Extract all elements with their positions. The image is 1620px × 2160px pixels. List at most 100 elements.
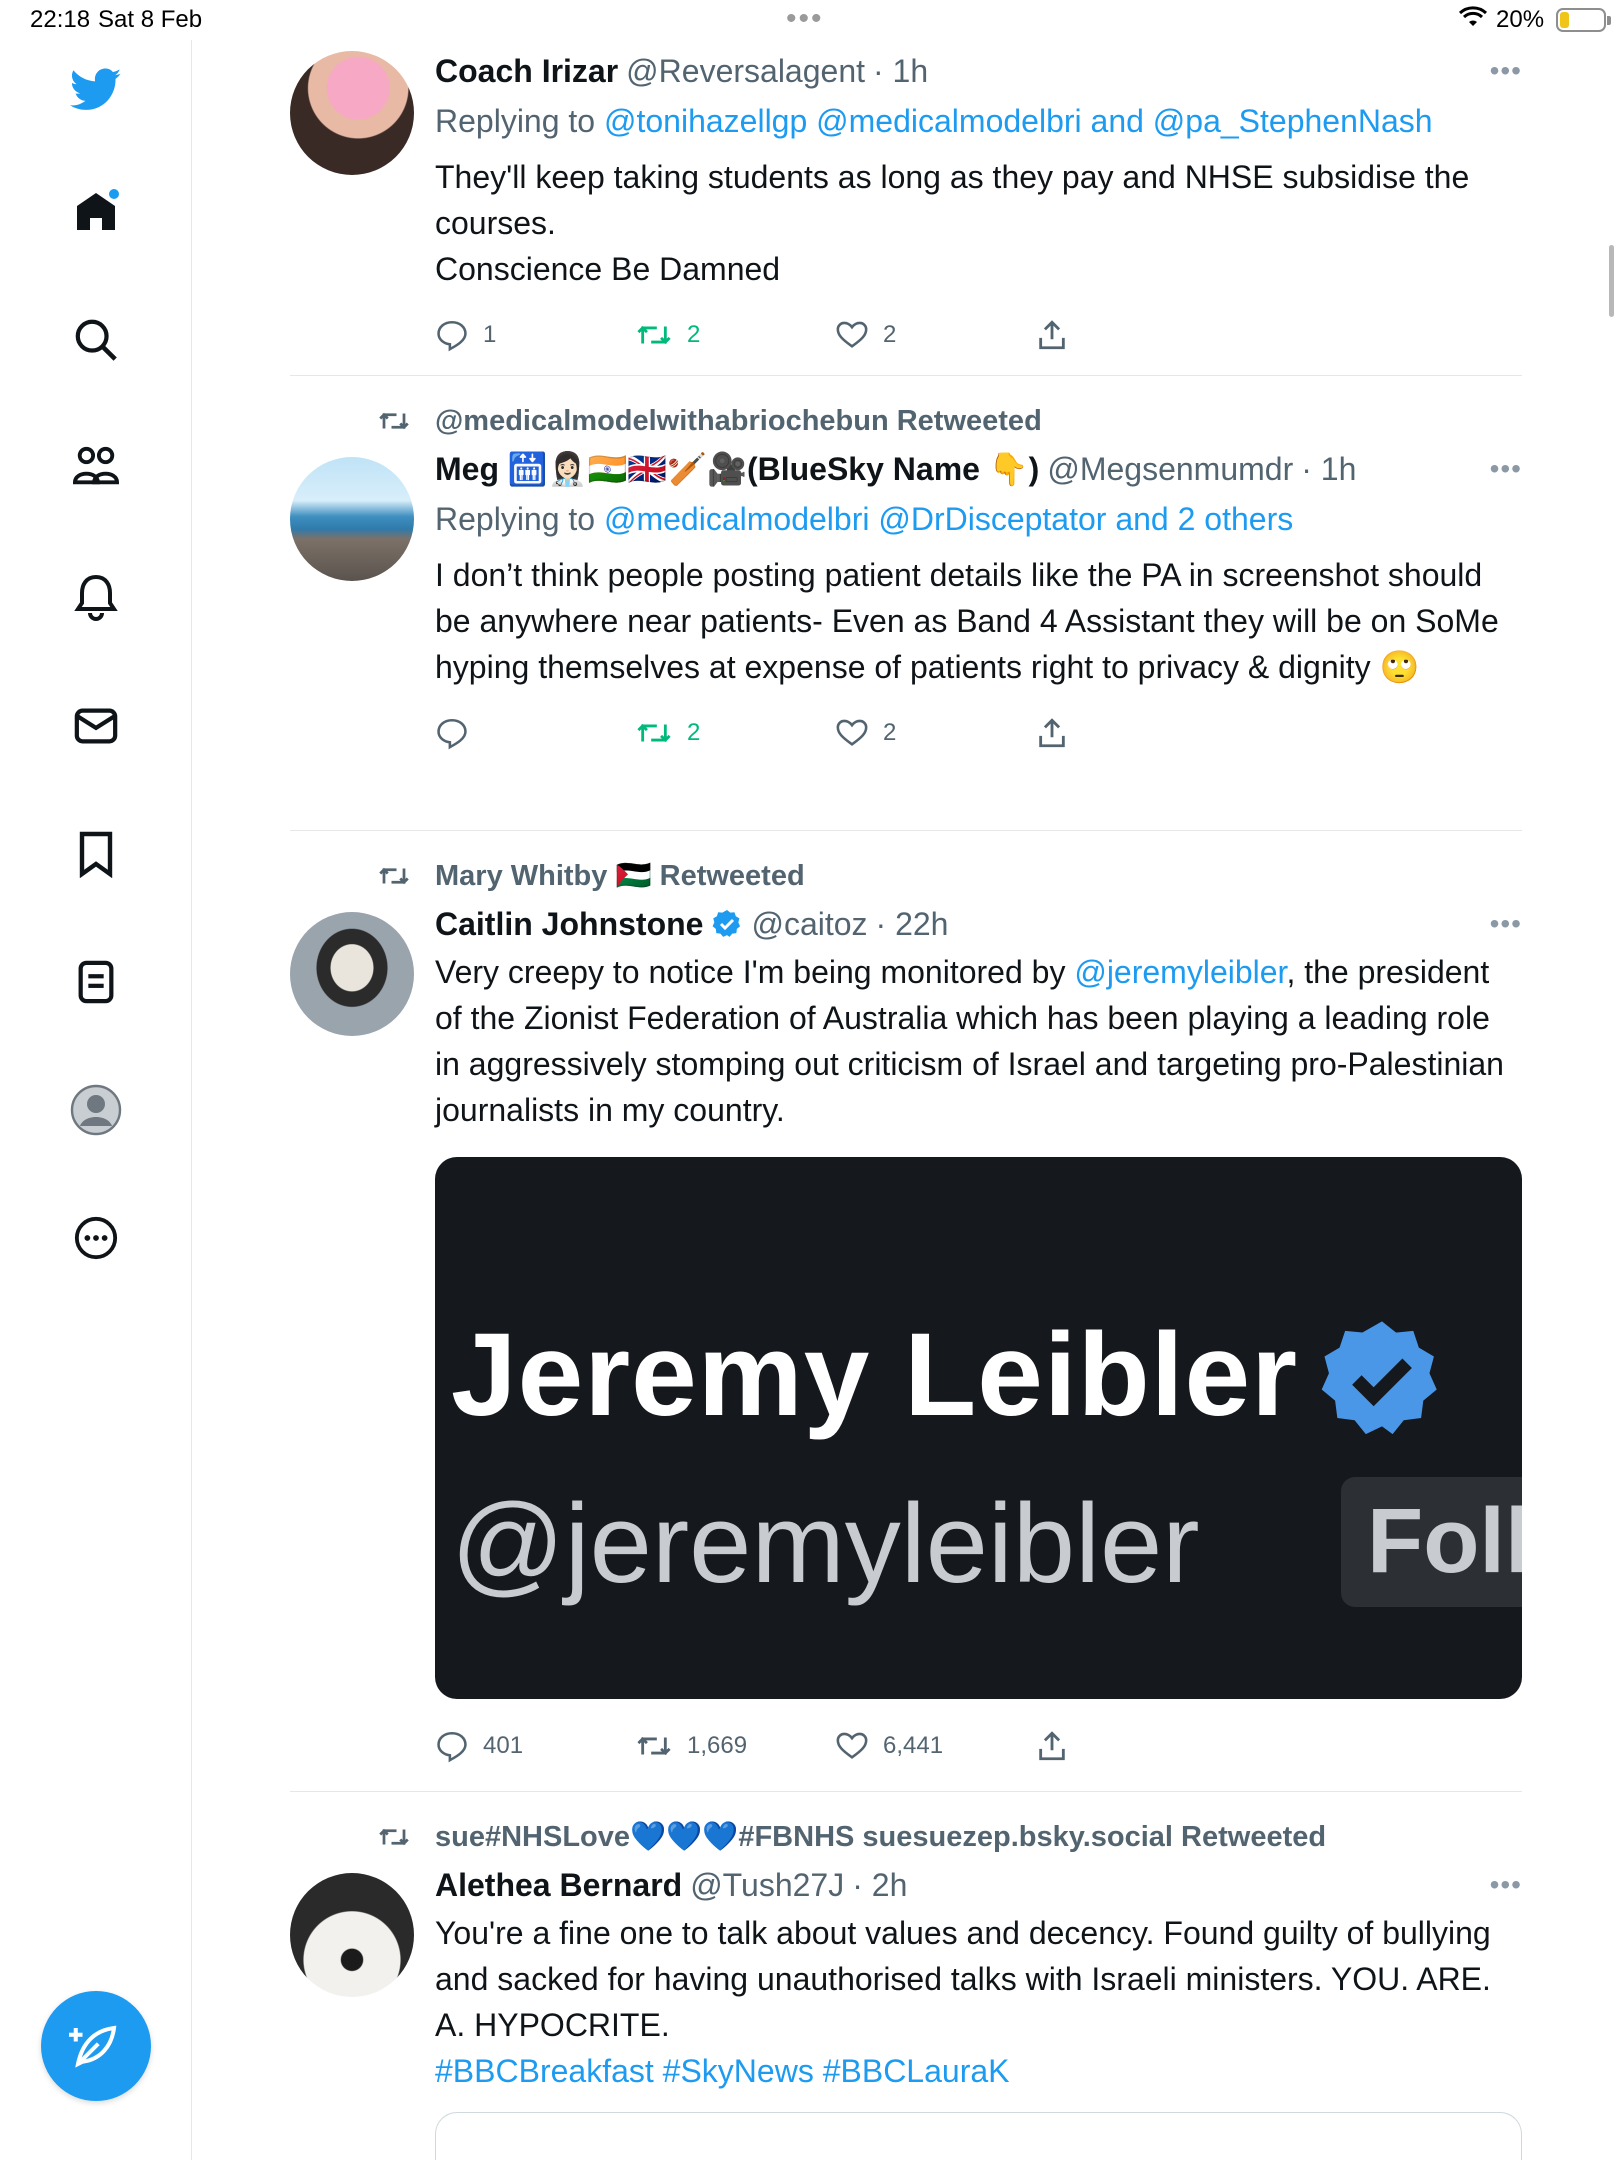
tweet-time[interactable]: · 1h: [1301, 451, 1356, 488]
reply-icon: [437, 320, 467, 352]
retweet-count: 1,669: [687, 1732, 748, 1759]
communities-icon[interactable]: [66, 437, 126, 497]
compose-tweet-button[interactable]: [41, 1991, 151, 2101]
reply-button[interactable]: [435, 716, 635, 750]
verified-badge-icon: [1321, 1321, 1437, 1435]
battery-percent: 20%: [1496, 6, 1545, 33]
replying-to: Replying to @tonihazellgp @medicalmodelb…: [435, 96, 1522, 146]
more-options-icon[interactable]: •••: [1490, 453, 1522, 485]
retweet-icon: [637, 325, 671, 345]
tweet-text: They'll keep taking students as long as …: [435, 154, 1522, 292]
author-handle[interactable]: @Tush27J: [690, 1867, 844, 1904]
author-handle[interactable]: @caitoz: [751, 906, 867, 943]
tweet[interactable]: sue#NHSLove💙💙💙#FBNHS suesuezep.bsky.soci…: [290, 1792, 1522, 2160]
replying-prefix: Replying to: [435, 501, 596, 537]
avatar[interactable]: [290, 912, 414, 1036]
reply-count: 401: [483, 1732, 524, 1759]
media-follow-button: Foll: [1341, 1477, 1522, 1607]
tweet-text-body: You're a fine one to talk about values a…: [435, 1915, 1491, 2043]
retweeted-by[interactable]: @medicalmodelwithabriochebun Retweeted: [379, 398, 1522, 444]
tweet-time[interactable]: · 2h: [852, 1867, 907, 1904]
more-options-icon[interactable]: •••: [1490, 1869, 1522, 1901]
tweet-time[interactable]: · 1h: [873, 53, 928, 90]
replying-to-links[interactable]: @tonihazellgp @medicalmodelbri and @pa_S…: [604, 103, 1433, 139]
tweet-text: You're a fine one to talk about values a…: [435, 1910, 1522, 2094]
tweet-media-image[interactable]: Jeremy Leibler @jeremyleibler Foll: [435, 1157, 1522, 1699]
author-name[interactable]: Alethea Bernard: [435, 1867, 682, 1904]
reply-icon: [437, 1731, 467, 1763]
media-handle-text: @jeremyleibler: [451, 1481, 1200, 1606]
retweet-count: 2: [687, 719, 701, 746]
tweet-text-line: They'll keep taking students as long as …: [435, 159, 1470, 241]
tweet-actions: 2 2: [435, 698, 1522, 768]
like-button[interactable]: 2: [835, 716, 1035, 750]
retweet-icon: [637, 723, 671, 743]
author-name[interactable]: Coach Irizar: [435, 53, 618, 90]
share-button[interactable]: [1035, 318, 1235, 352]
author-handle[interactable]: @Reversalagent: [626, 53, 865, 90]
home-icon[interactable]: [66, 182, 126, 242]
share-button[interactable]: [1035, 716, 1235, 750]
tweet[interactable]: Coach Irizar @Reversalagent · 1h ••• Rep…: [290, 40, 1522, 376]
like-icon: [836, 321, 868, 348]
like-count: 2: [883, 321, 897, 348]
like-button[interactable]: 2: [835, 318, 1035, 352]
avatar[interactable]: [290, 51, 414, 175]
retweet-icon: [379, 1828, 409, 1846]
verified-badge-icon: [713, 910, 741, 937]
reply-button[interactable]: 1: [435, 318, 635, 352]
mention-link[interactable]: @jeremyleibler: [1074, 954, 1286, 990]
more-options-icon[interactable]: [66, 1208, 126, 1268]
retweet-button[interactable]: 1,669: [635, 1729, 835, 1763]
hashtag-links[interactable]: #BBCBreakfast #SkyNews #BBCLauraK: [435, 2048, 1522, 2094]
retweet-button[interactable]: 2: [635, 318, 835, 352]
share-button[interactable]: [1035, 1729, 1235, 1763]
search-icon[interactable]: [66, 310, 126, 370]
wifi-icon: [1458, 6, 1488, 37]
tweet[interactable]: @medicalmodelwithabriochebun Retweeted M…: [290, 376, 1522, 831]
replying-to: Replying to @medicalmodelbri @DrDiscepta…: [435, 494, 1522, 544]
media-name-text: Jeremy Leibler: [451, 1309, 1299, 1441]
profile-avatar-icon[interactable]: [66, 1080, 126, 1140]
messages-icon[interactable]: [66, 696, 126, 756]
bookmarks-icon[interactable]: [66, 824, 126, 884]
status-date: Sat 8 Feb: [98, 6, 203, 33]
tweet[interactable]: Mary Whitby 🇵🇸 Retweeted Caitlin Johnsto…: [290, 831, 1522, 1792]
author-name[interactable]: Caitlin Johnstone: [435, 906, 703, 943]
tweet-time[interactable]: · 22h: [876, 906, 949, 943]
author-name[interactable]: Meg 🛗👩🏻‍⚕️🇮🇳🇬🇧🏏🎥(BlueSky Name 👇): [435, 450, 1039, 488]
more-options-icon[interactable]: •••: [1490, 908, 1522, 940]
multitasking-dots-icon[interactable]: •••: [786, 2, 824, 36]
like-button[interactable]: 6,441: [835, 1729, 1035, 1763]
scrollbar[interactable]: [1609, 245, 1614, 317]
reply-button[interactable]: 401: [435, 1729, 635, 1763]
reply-count: 1: [483, 321, 497, 348]
battery-icon: [1556, 8, 1611, 32]
retweet-icon: [637, 1736, 671, 1756]
tweet-text: I don’t think people posting patient det…: [435, 557, 1499, 685]
tweet-text: Very creepy to notice I'm being monitore…: [435, 949, 1522, 1133]
author-handle[interactable]: @Megsenmumdr: [1047, 451, 1293, 488]
lists-icon[interactable]: [66, 952, 126, 1012]
tweet-actions: 401 1,669 6,441: [435, 1711, 1522, 1781]
timeline: Coach Irizar @Reversalagent · 1h ••• Rep…: [290, 40, 1522, 2160]
like-icon: [836, 1732, 868, 1759]
twitter-logo-icon[interactable]: [66, 60, 126, 120]
more-options-icon[interactable]: •••: [1490, 55, 1522, 87]
sidebar: [0, 40, 192, 2160]
retweeted-by[interactable]: Mary Whitby 🇵🇸 Retweeted: [379, 853, 1522, 899]
avatar[interactable]: [290, 1873, 414, 1997]
tweet-actions: 1 2 2: [435, 300, 1522, 370]
avatar[interactable]: [290, 457, 414, 581]
retweeted-by[interactable]: sue#NHSLove💙💙💙#FBNHS suesuezep.bsky.soci…: [379, 1814, 1522, 1860]
quoted-tweet-card[interactable]: [435, 2112, 1522, 2160]
retweeted-by-label: @medicalmodelwithabriochebun Retweeted: [435, 404, 1042, 437]
tweet-text-line: Conscience Be Damned: [435, 251, 781, 287]
share-icon: [1039, 320, 1065, 350]
share-icon: [1039, 718, 1065, 748]
replying-to-links[interactable]: @medicalmodelbri @DrDisceptator and 2 ot…: [604, 501, 1293, 537]
retweet-button[interactable]: 2: [635, 716, 835, 750]
replying-prefix: Replying to: [435, 103, 596, 139]
notifications-icon[interactable]: [66, 567, 126, 627]
reply-icon: [437, 718, 467, 750]
